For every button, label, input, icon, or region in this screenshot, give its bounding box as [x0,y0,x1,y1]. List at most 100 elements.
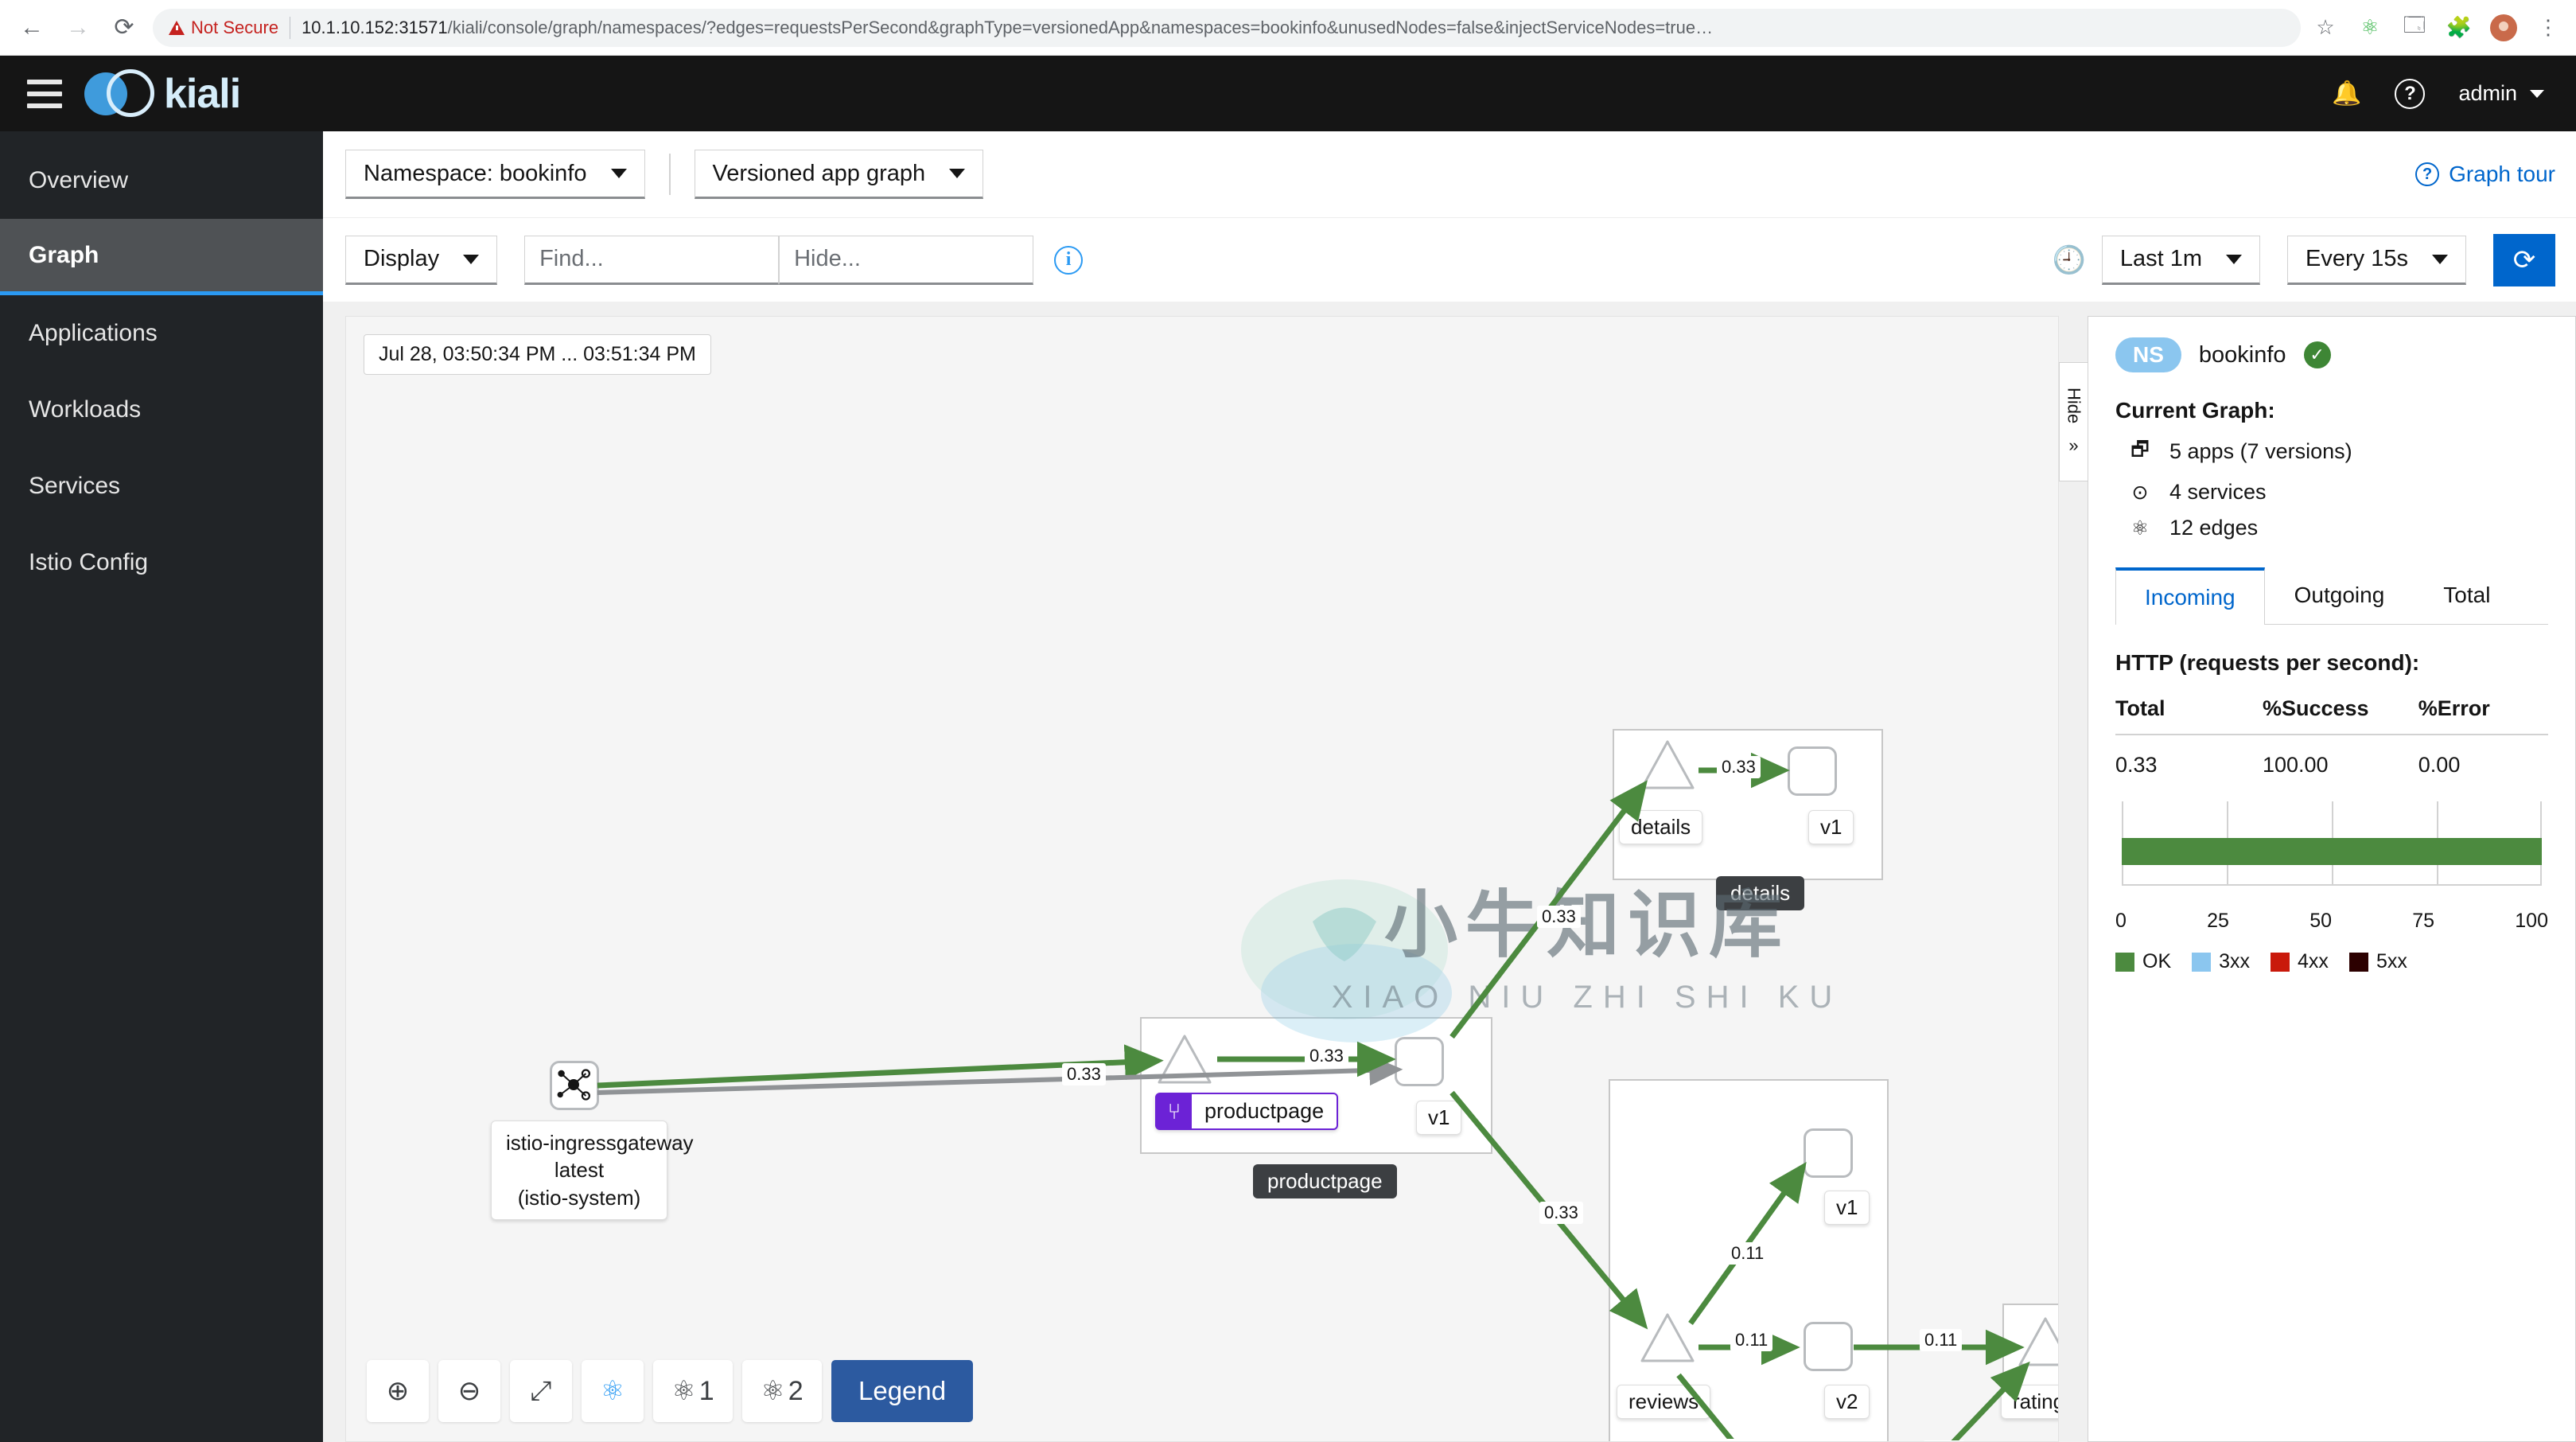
legend-swatch-4xx [2271,952,2290,972]
panel-hide-toggle[interactable]: Hide » [2059,362,2088,481]
edges-graph-icon: ⚛ [2130,516,2150,540]
cell-total: 0.33 [2115,753,2158,777]
table-header-row: Total %Success %Error [2115,696,2548,735]
metrics-table: Total %Success %Error 0.33 100.00 0.00 [2115,696,2548,778]
tab-total[interactable]: Total [2414,567,2520,624]
graph-area: Jul 28, 03:50:34 PM ... 03:51:34 PM 小牛知识… [323,302,2576,1442]
app-shell: Overview Graph Applications Workloads Se… [0,131,2576,1442]
legend-label-ok: OK [2142,950,2172,972]
fit-to-screen-icon[interactable]: ⤢ [510,1360,572,1422]
kiali-masthead: kiali 🔔 ? admin [0,56,2576,131]
tick-0: 0 [2115,910,2127,932]
table-row: 0.33 100.00 0.00 [2115,735,2548,778]
url-path: /kiali/console/graph/namespaces/?edges=r… [447,17,1714,37]
sidebar-item-applications[interactable]: Applications [0,295,323,372]
layout-2-label: 2 [788,1375,804,1406]
reload-icon[interactable]: ⟳ [107,10,142,45]
legend-swatch-5xx [2348,952,2368,972]
ns-badge: NS [2115,337,2181,372]
sidebar-item-services[interactable]: Services [0,448,323,524]
edge-label-productpage-details: 0.33 [1537,906,1581,928]
legend-item-4xx[interactable]: 4xx [2271,950,2329,973]
graph-type-label: Versioned app graph [712,160,926,186]
edge-label-ingress-productpage: 0.33 [1062,1063,1106,1085]
graph-type-select[interactable]: Versioned app graph [694,150,984,199]
kiali-brand[interactable]: kiali [84,68,241,119]
layout-option-1-button[interactable]: ⚛ 1 [653,1360,733,1422]
cast-icon[interactable]: 🗔 [2401,13,2428,41]
edge-label-details-v1: 0.33 [1717,756,1761,778]
time-range-select[interactable]: Last 1m [2101,235,2261,285]
legend-swatch-3xx [2192,952,2212,972]
refresh-interval-select[interactable]: Every 15s [2287,235,2466,285]
header-success: %Success [2262,696,2418,735]
back-arrow-icon[interactable]: ← [14,10,49,45]
layout-1-icon: ⚛ [671,1376,696,1406]
find-input[interactable] [524,235,780,285]
service-icon: ⊙ [2131,481,2149,504]
chevron-down-icon [949,169,966,178]
graph-tour-link[interactable]: ? Graph tour [2415,162,2555,187]
bookmark-star-icon[interactable]: ☆ [2312,14,2339,41]
layout-option-2-button[interactable]: ⚛ 2 [742,1360,822,1422]
hide-input[interactable] [779,235,1034,285]
help-question-icon[interactable]: ? [2395,78,2426,109]
zoom-out-icon[interactable]: ⊖ [438,1360,500,1422]
display-select[interactable]: Display [345,235,498,285]
user-menu[interactable]: admin [2458,81,2544,106]
sidebar-item-graph[interactable]: Graph [0,219,323,295]
sidebar-item-workloads[interactable]: Workloads [0,372,323,448]
info-circle-icon[interactable]: i [1054,245,1084,275]
time-range-label: Last 1m [2119,246,2203,271]
tick-25: 25 [2207,910,2229,932]
chevron-down-icon [610,169,627,178]
namespace-select[interactable]: Namespace: bookinfo [345,150,645,199]
not-secure-label: Not Secure [191,17,279,37]
legend-button[interactable]: Legend [831,1360,974,1422]
stat-apps: 🗗 5 apps (7 versions) [2115,435,2548,469]
stat-services: ⊙ 4 services [2115,480,2548,505]
legend-item-3xx[interactable]: 3xx [2192,950,2250,973]
layout-graph-icon[interactable]: ⚛ [582,1360,644,1422]
tick-50: 50 [2309,910,2332,932]
layout-2-icon: ⚛ [761,1376,785,1406]
namespace-select-label: Namespace: bookinfo [364,160,587,186]
traffic-tabs: Incoming Outgoing Total [2115,567,2548,625]
graph-tour-label: Graph tour [2449,162,2555,186]
edge-label-reviews-v2: 0.11 [1730,1329,1773,1351]
health-ok-check-icon: ✓ [2303,341,2331,368]
zoom-in-icon[interactable]: ⊕ [367,1360,429,1422]
extensions-icon[interactable]: 🧩 [2446,14,2473,41]
legend-swatch-ok [2115,952,2134,972]
legend-item-ok[interactable]: OK [2115,950,2171,973]
stat-services-text: 4 services [2169,480,2267,504]
stat-edges-text: 12 edges [2169,516,2259,540]
puzzle-extension-icon[interactable]: ⚛ [2356,14,2383,41]
current-graph-title: Current Graph: [2115,398,2275,423]
apps-stack-icon: 🗗 [2130,438,2150,461]
graph-tools: ⊕ ⊖ ⤢ ⚛ ⚛ 1 ⚛ 2 Legend [367,1360,974,1422]
chart-x-ticks: 0 25 50 75 100 [2115,910,2548,933]
time-controls: 🕘 Last 1m Every 15s ⟳ [2053,233,2555,286]
sidebar-item-overview[interactable]: Overview [0,142,323,219]
sidebar-item-istio-config[interactable]: Istio Config [0,524,323,601]
legend-item-5xx[interactable]: 5xx [2348,950,2407,973]
kebab-menu-icon[interactable]: ⋮ [2535,14,2562,41]
help-question-icon: ? [2415,162,2440,186]
refresh-sync-icon[interactable]: ⟳ [2493,233,2555,286]
graph-canvas[interactable]: Jul 28, 03:50:34 PM ... 03:51:34 PM 小牛知识… [345,316,2059,1442]
profile-avatar[interactable] [2490,14,2517,41]
not-secure-indicator[interactable]: Not Secure [169,18,278,38]
traffic-bar-chart [2115,801,2548,905]
tab-incoming[interactable]: Incoming [2115,567,2265,625]
toolbar-divider [668,154,671,195]
tab-outgoing[interactable]: Outgoing [2265,567,2415,624]
url-text: 10.1.10.152:31571/kiali/console/graph/na… [302,18,2285,38]
notification-bell-icon[interactable]: 🔔 [2332,80,2361,107]
time-history-icon[interactable]: 🕘 [2053,244,2086,276]
hamburger-menu-icon[interactable] [22,72,67,116]
cell-error: 0.00 [2418,753,2461,777]
address-bar[interactable]: Not Secure 10.1.10.152:31571/kiali/conso… [153,8,2301,47]
warning-triangle-icon [169,20,185,35]
chevron-down-icon [2432,254,2448,264]
